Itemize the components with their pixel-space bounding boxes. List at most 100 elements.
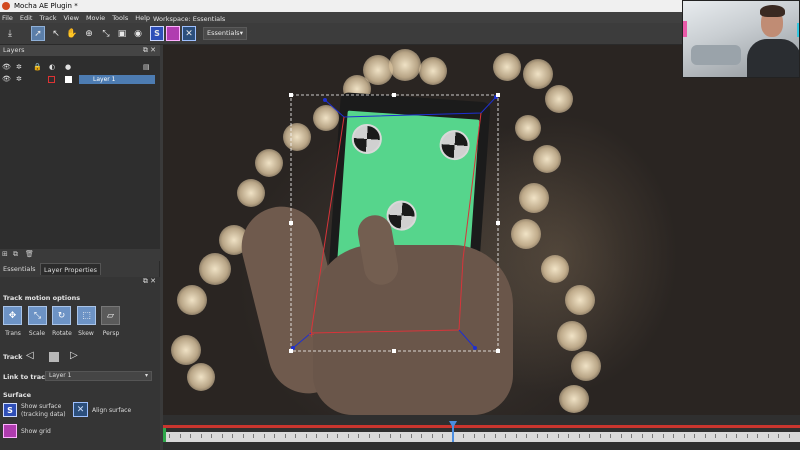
bbox-handle[interactable] [496, 221, 500, 225]
select-icon[interactable]: ➚ [31, 26, 45, 41]
track-backward-icon[interactable]: ◁ [26, 350, 34, 361]
surface-corner-handle[interactable] [323, 98, 327, 102]
record-icon[interactable]: ◉ [131, 26, 145, 41]
layer-columns-header: 👁 ✲ 🔒 ◐ ● ▤ [0, 62, 158, 73]
layer-menu-icon[interactable]: ▤ [143, 63, 150, 71]
timeline-tick [778, 434, 779, 438]
duplicate-layer-icon[interactable]: ⧉ [13, 250, 18, 259]
timeline-tick [578, 434, 580, 438]
save-icon[interactable]: ⤓ [3, 26, 17, 41]
bbox-handle[interactable] [289, 221, 293, 225]
surface-bottom-right-handle [458, 329, 476, 349]
bbox-handle[interactable] [392, 349, 396, 353]
trash-icon[interactable]: 🗑 [25, 250, 34, 258]
trans-toggle[interactable]: ✥ [3, 306, 22, 325]
trans-icon: ✥ [8, 310, 17, 321]
skew-icon: ⬚ [82, 310, 91, 321]
link-to-track-select[interactable]: Layer 1 ▾ [45, 371, 152, 381]
zoom-icon[interactable]: ⊕ [82, 26, 96, 41]
track-forward-icon[interactable]: ▷ [70, 350, 78, 361]
spline-shape[interactable] [310, 112, 482, 334]
menu-file[interactable]: File [2, 14, 13, 22]
timeline-tick [746, 434, 748, 438]
timeline-tick [211, 434, 212, 438]
timeline-tick [526, 434, 527, 438]
persp-toggle[interactable]: ▱ [101, 306, 120, 325]
timeline-tick [662, 434, 664, 438]
layers-footer: ⊞ ⧉ 🗑 [0, 249, 160, 261]
layer-properties-panel: ⧉ ✕ [0, 277, 160, 450]
timeline-tick [431, 434, 433, 438]
transform-icon[interactable]: ⤡ [99, 26, 113, 41]
presenter-body [747, 39, 799, 77]
panel-tabs: Essentials Layer Properties [0, 263, 160, 275]
layer-name[interactable]: Layer 1 [79, 75, 155, 84]
timeline-tick [421, 434, 422, 438]
timeline-tick [547, 434, 548, 438]
rotate-toggle[interactable]: ↻ [52, 306, 71, 325]
layer-color-swatch[interactable] [65, 76, 72, 83]
align-icon[interactable]: ✕ [182, 26, 196, 41]
menu-movie[interactable]: Movie [86, 14, 105, 22]
webcam-overlay [682, 0, 800, 78]
playhead-icon[interactable] [449, 421, 457, 428]
workspace-select[interactable]: Essentials ▾ [203, 27, 247, 40]
timeline-tick [232, 434, 233, 438]
align-surface-button[interactable]: ✕ [73, 402, 88, 417]
clip-viewer[interactable]: + [163, 45, 800, 415]
layer-gear-icon[interactable]: ✲ [16, 75, 22, 83]
grid-icon[interactable] [166, 26, 180, 41]
timeline-tick [400, 434, 401, 438]
bbox-handle[interactable] [392, 93, 396, 97]
timeline-tick [347, 434, 349, 438]
show-grid-button[interactable] [3, 424, 17, 438]
timeline-tick [557, 434, 559, 438]
timeline-tick [274, 434, 275, 438]
props-header: ⧉ ✕ [0, 277, 160, 287]
surface-s-icon[interactable]: S [150, 26, 164, 41]
menu-help[interactable]: Help [135, 14, 150, 22]
stop-tracking-icon[interactable] [49, 352, 59, 362]
tab-layer-properties[interactable]: Layer Properties [40, 263, 102, 275]
menu-view[interactable]: View [64, 14, 79, 22]
tab-essentials[interactable]: Essentials [0, 263, 39, 275]
timeline[interactable] [163, 415, 800, 450]
panel-close-icon[interactable]: ⧉ ✕ [143, 45, 156, 56]
timeline-tick [767, 434, 769, 438]
layers-panel-header: Layers ⧉ ✕ [0, 45, 160, 56]
timeline-tick [463, 434, 464, 438]
neon-light-pink [683, 21, 687, 37]
layer-row[interactable]: 👁 ✲ Layer 1 [0, 74, 158, 85]
timeline-in-point[interactable] [163, 428, 166, 442]
layer-matte-swatch[interactable] [48, 76, 55, 83]
surface-s-icon: S [7, 405, 13, 415]
timeline-tick [326, 434, 328, 438]
show-surface-button[interactable]: S [3, 403, 17, 417]
bbox-handle[interactable] [289, 93, 293, 97]
scale-toggle[interactable]: ⤡ [28, 306, 47, 325]
link-to-track-value: Layer 1 [49, 372, 72, 379]
presenter-hair [760, 5, 785, 17]
surface-corner-handle[interactable] [473, 346, 477, 350]
timeline-tick [337, 434, 338, 438]
spline-point-plus-icon: + [308, 330, 315, 339]
toolbar: ⤓ ➚ ↖ ✋ ⊕ ⤡ ▣ ◉ S ✕ [0, 23, 800, 45]
timeline-tick [641, 434, 643, 438]
stabilize-icon[interactable]: ▣ [115, 26, 129, 41]
bbox-handle[interactable] [496, 349, 500, 353]
add-point-icon[interactable]: ↖ [49, 26, 63, 41]
layer-visibility-icon[interactable]: 👁 [2, 75, 11, 83]
skew-toggle[interactable]: ⬚ [77, 306, 96, 325]
new-layer-icon[interactable]: ⊞ [2, 250, 8, 258]
timeline-tick [599, 434, 601, 438]
workspace-select-value: Essentials [207, 29, 240, 37]
timeline-tick [379, 434, 380, 438]
bbox-handle[interactable] [496, 93, 500, 97]
timeline-tick [316, 434, 317, 438]
menu-edit[interactable]: Edit [20, 14, 33, 22]
hand-icon[interactable]: ✋ [65, 26, 79, 41]
props-close-icon[interactable]: ⧉ ✕ [143, 277, 156, 286]
bbox-handle[interactable] [289, 349, 293, 353]
menu-track[interactable]: Track [39, 14, 56, 22]
menu-tools[interactable]: Tools [112, 14, 128, 22]
